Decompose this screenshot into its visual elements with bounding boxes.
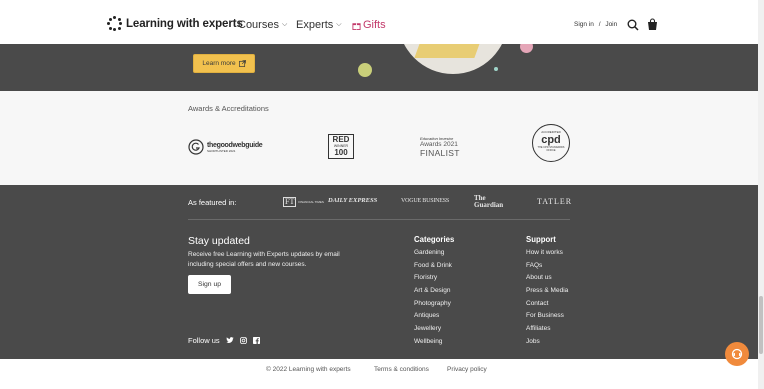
support-link[interactable]: Jobs — [526, 338, 568, 351]
brand-logo[interactable]: Learning with experts — [107, 16, 243, 32]
help-chat-button[interactable] — [725, 342, 749, 366]
shopping-bag-icon[interactable] — [647, 18, 658, 31]
sign-up-button[interactable]: Sign up — [188, 275, 231, 294]
nav-courses-label: Courses — [238, 19, 279, 31]
follow-us-label: Follow us — [188, 336, 220, 345]
support-link[interactable]: Affiliates — [526, 325, 568, 338]
awards-title: Awards & Accreditations — [188, 104, 269, 113]
separator: / — [598, 21, 601, 28]
goodwebguide-name: thegoodwebguide — [207, 141, 263, 149]
search-icon[interactable] — [627, 19, 639, 31]
nav-experts[interactable]: Experts ⌵ — [296, 19, 342, 31]
join-link[interactable]: Join — [605, 21, 617, 28]
press-guardian: The Guardian — [474, 194, 504, 209]
decor-dot — [358, 63, 372, 77]
hero-band: Learn more — [0, 44, 758, 91]
press-ft: FT FINANCIAL TIMES — [283, 197, 324, 207]
red-100: 100 — [334, 148, 348, 157]
instagram-icon[interactable] — [239, 337, 247, 344]
follow-us: Follow us — [188, 336, 260, 345]
stay-updated-title: Stay updated — [188, 235, 250, 247]
award-cpd: ACCREDITED cpd THE CPD STANDARDS OFFICE — [532, 124, 570, 162]
cpd-bottom: THE CPD STANDARDS OFFICE — [537, 146, 565, 152]
sign-in-link[interactable]: Sign in — [574, 21, 594, 28]
support-link[interactable]: Press & Media — [526, 287, 568, 300]
chat-icon — [731, 348, 743, 360]
award-education-investor: Education Investor Awards 2021 FINALIST — [420, 136, 470, 158]
award-red: RED WINNER 100 — [328, 134, 354, 159]
cpd-main: cpd — [541, 134, 561, 146]
decor-dot — [520, 44, 533, 53]
scrollbar-thumb[interactable] — [759, 296, 763, 354]
edinv-year: Awards 2021 — [420, 141, 458, 148]
red-title: RED — [332, 135, 350, 144]
categories-list: Gardening Food & Drink Floristry Art & D… — [414, 249, 452, 351]
featured-label: As featured in: — [188, 198, 237, 207]
press-tatler: TATLER — [537, 197, 573, 206]
goodwebguide-sub: SHORTLISTED 2021 — [207, 148, 236, 153]
support-link[interactable]: FAQs — [526, 262, 568, 275]
learn-more-button[interactable]: Learn more — [193, 54, 255, 73]
category-link[interactable]: Art & Design — [414, 287, 452, 300]
edinv-finalist: FINALIST — [420, 148, 460, 158]
nav-courses[interactable]: Courses ⌵ — [238, 19, 287, 31]
copyright-text: © 2022 Learning with experts — [266, 366, 351, 373]
category-link[interactable]: Wellbeing — [414, 338, 452, 351]
press-express: DAILY EXPRESS — [328, 197, 378, 204]
bottom-bar: © 2022 Learning with experts Terms & con… — [0, 359, 758, 389]
nav-gifts-label: Gifts — [363, 19, 386, 31]
facebook-icon[interactable] — [252, 337, 260, 344]
hero-image — [398, 44, 508, 74]
chevron-down-icon: ⌵ — [281, 21, 288, 28]
logo-icon — [107, 16, 123, 32]
categories-title: Categories — [414, 235, 455, 244]
support-link[interactable]: Contact — [526, 300, 568, 313]
gift-icon — [352, 22, 361, 30]
nav-gifts[interactable]: Gifts — [352, 19, 386, 31]
external-link-icon — [238, 60, 246, 67]
support-link[interactable]: For Business — [526, 312, 568, 325]
category-link[interactable]: Food & Drink — [414, 262, 452, 275]
support-title: Support — [526, 235, 556, 244]
learn-more-label: Learn more — [202, 60, 236, 67]
support-list: How it works FAQs About us Press & Media… — [526, 249, 568, 351]
brand-name: Learning with experts — [126, 17, 243, 30]
category-link[interactable]: Floristry — [414, 274, 452, 287]
category-link[interactable]: Gardening — [414, 249, 452, 262]
nav-experts-label: Experts — [296, 19, 334, 31]
chevron-down-icon: ⌵ — [336, 21, 342, 28]
category-link[interactable]: Photography — [414, 300, 452, 313]
terms-link[interactable]: Terms & conditions — [374, 366, 429, 373]
support-link[interactable]: How it works — [526, 249, 568, 262]
site-header: Learning with experts Courses ⌵ Experts ⌵ … — [0, 0, 758, 44]
site-footer: As featured in: FT FINANCIAL TIMES DAILY… — [0, 185, 758, 359]
ft-logo: FT — [283, 197, 297, 207]
goodwebguide-logo-icon — [188, 139, 204, 155]
twitter-icon[interactable] — [226, 337, 234, 344]
category-link[interactable]: Jewellery — [414, 325, 452, 338]
category-link[interactable]: Antiques — [414, 312, 452, 325]
awards-section: Awards & Accreditations thegoodwebguide … — [0, 91, 758, 185]
press-vogue: VOGUE BUSINESS — [401, 198, 450, 204]
support-link[interactable]: About us — [526, 274, 568, 287]
stay-updated-text: Receive free Learning with Experts updat… — [188, 251, 340, 268]
footer-divider — [188, 219, 570, 220]
award-goodwebguide: thegoodwebguide SHORTLISTED 2021 — [188, 139, 263, 155]
privacy-link[interactable]: Privacy policy — [447, 366, 487, 373]
decor-dot — [494, 67, 498, 71]
ft-sub: FINANCIAL TIMES — [298, 200, 324, 204]
account-links: Sign in / Join — [574, 21, 617, 28]
